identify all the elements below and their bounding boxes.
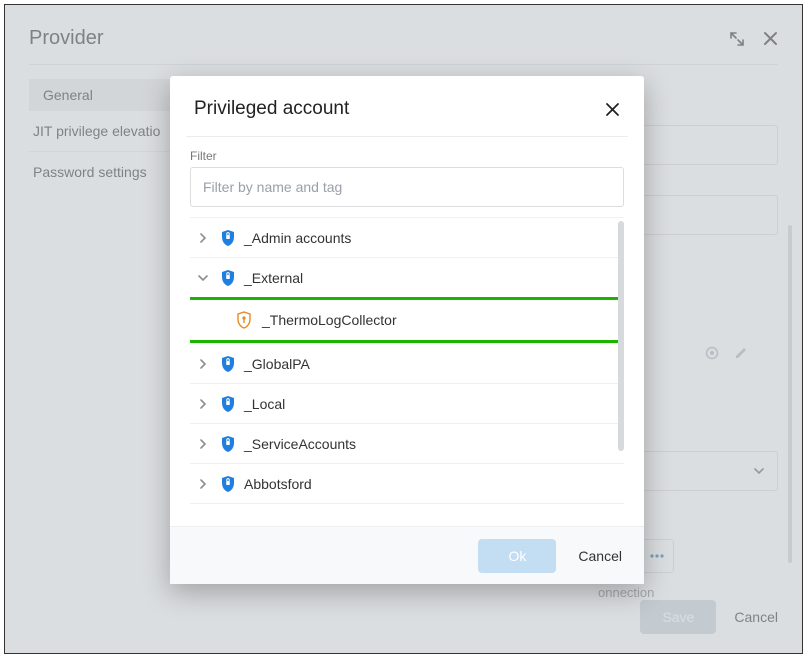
selected-highlight: _ThermoLogCollector	[190, 297, 624, 343]
shield-icon	[220, 395, 236, 413]
tree-item-label: _Admin accounts	[244, 230, 351, 246]
shield-key-icon	[236, 311, 252, 329]
tree-item-serviceaccounts[interactable]: _ServiceAccounts	[190, 423, 624, 463]
tree-item-label: _ThermoLogCollector	[262, 312, 397, 328]
tree-item-abbotsford[interactable]: Abbotsford	[190, 463, 624, 503]
account-tree: _Admin accounts _External	[190, 217, 624, 507]
dialog-close-icon[interactable]	[605, 102, 620, 117]
chevron-right-icon	[194, 359, 212, 369]
chevron-right-icon	[194, 233, 212, 243]
tree-item-globalpa[interactable]: _GlobalPA	[190, 343, 624, 383]
tree-item-label: Abbotsford	[244, 476, 312, 492]
chevron-right-icon	[194, 479, 212, 489]
shield-icon	[220, 435, 236, 453]
filter-label: Filter	[190, 149, 624, 163]
tree-item-label: _ServiceAccounts	[244, 436, 356, 452]
chevron-down-icon	[194, 273, 212, 283]
ok-button[interactable]: Ok	[478, 539, 556, 573]
shield-icon	[220, 269, 236, 287]
tree-item-local[interactable]: _Local	[190, 383, 624, 423]
shield-icon	[220, 355, 236, 373]
tree-item-label: _Local	[244, 396, 285, 412]
tree-scrollbar[interactable]	[618, 221, 624, 451]
filter-input[interactable]	[190, 167, 624, 207]
shield-icon	[220, 475, 236, 493]
tree-item-label: _External	[244, 270, 303, 286]
tree-item-thermologcollector[interactable]: _ThermoLogCollector	[190, 300, 624, 340]
privileged-account-dialog: Privileged account Filter _Admin account…	[170, 76, 644, 584]
chevron-right-icon	[194, 399, 212, 409]
tree-item-label: _GlobalPA	[244, 356, 310, 372]
tree-item-external[interactable]: _External	[190, 257, 624, 297]
chevron-right-icon	[194, 439, 212, 449]
shield-icon	[220, 229, 236, 247]
dialog-cancel-button[interactable]: Cancel	[578, 548, 622, 564]
tree-item-admin-accounts[interactable]: _Admin accounts	[190, 217, 624, 257]
dialog-title: Privileged account	[194, 98, 349, 120]
